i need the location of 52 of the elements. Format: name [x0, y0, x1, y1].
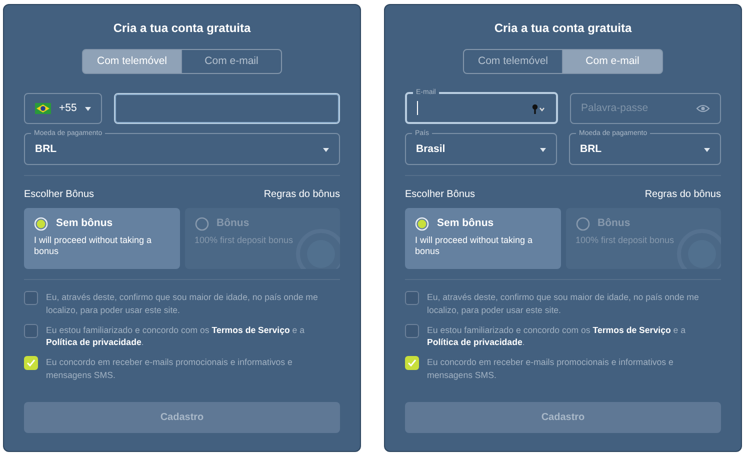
form-title: Cria a tua conta gratuita — [493, 20, 633, 37]
bonus-description: 100% first deposit bonus — [576, 234, 676, 246]
country-code-select[interactable]: +55 — [24, 93, 102, 124]
consent-text: Eu, através deste, confirmo que sou maior de idade, no país onde me localizo, para poder usar este site. — [46, 291, 319, 316]
checkbox[interactable] — [24, 291, 38, 305]
caret-icon — [323, 148, 329, 152]
key-icon[interactable] — [532, 104, 546, 114]
bonus-option[interactable]: Bônus 100% first deposit bonus — [566, 208, 721, 269]
section-heading: Escolher Bônus — [405, 188, 476, 202]
check-icon — [407, 358, 417, 368]
caret-icon — [704, 148, 710, 152]
tab[interactable]: Com e-mail — [182, 49, 282, 74]
caret-icon — [540, 148, 546, 152]
bonus-option[interactable]: Sem bônus I will proceed without taking a bonus — [24, 208, 180, 269]
bonus-title: Sem bônus — [56, 216, 113, 231]
country-code: +55 — [59, 100, 77, 116]
consent-text: Eu estou familiarizado e concordo com os Termos de Serviço e a Política de privacidade. — [46, 324, 306, 349]
eye-icon[interactable] — [696, 104, 710, 113]
field-value: Brasil — [416, 142, 446, 158]
tab[interactable]: Com telemóvel — [463, 49, 563, 74]
checkbox[interactable] — [405, 291, 419, 305]
bonus-description: I will proceed without taking a bonus — [34, 234, 153, 258]
field-placeholder: Palavra-passe — [581, 100, 650, 116]
field-value: BRL — [580, 142, 603, 158]
bonus-option[interactable]: Sem bônus I will proceed without taking a bonus — [405, 208, 560, 269]
password-field[interactable]: Palavra-passe — [570, 93, 721, 124]
caret-icon — [84, 106, 91, 110]
bonus-option[interactable]: Bônus 100% first deposit bonus — [184, 208, 340, 269]
form-title: Cria a tua conta gratuita — [112, 20, 252, 37]
bonus-description: I will proceed without taking a bonus — [415, 234, 534, 258]
bonus-title: Bônus — [598, 216, 630, 231]
bonus-rules-link[interactable]: Regras do bônus — [264, 187, 340, 202]
checkbox[interactable] — [24, 324, 38, 338]
radio-button[interactable] — [576, 216, 590, 231]
bonus-title: Bônus — [216, 216, 250, 231]
consent-text: Eu, através deste, confirmo que sou maior de idade, no país onde me localizo, para poder usar este site. — [427, 291, 700, 316]
radio-button[interactable] — [194, 216, 208, 231]
consent-text: Eu estou familiarizado e concordo com os Termos de Serviço e a Política de privacidade. — [427, 324, 687, 349]
check-icon — [26, 358, 36, 368]
bonus-rules-link[interactable]: Regras do bônus — [644, 187, 721, 202]
tab[interactable]: Com e-mail — [563, 49, 663, 74]
checkbox[interactable] — [405, 324, 419, 338]
bonus-title: Sem bônus — [437, 216, 494, 231]
tab[interactable]: Com telemóvel — [82, 49, 182, 74]
consent-text: Eu concordo em receber e-mails promocionais e informativos e mensagens SMS. — [46, 356, 294, 382]
bonus-description: 100% first deposit bonus — [194, 234, 294, 246]
section-heading: Escolher Bônus — [24, 188, 94, 202]
flag-icon — [35, 103, 51, 114]
consent-text: Eu concordo em receber e-mails promocionais e informativos e mensagens SMS. — [427, 356, 674, 382]
text-cursor — [417, 101, 418, 116]
phone-input-field[interactable] — [114, 93, 340, 124]
field-value: BRL — [35, 142, 58, 158]
